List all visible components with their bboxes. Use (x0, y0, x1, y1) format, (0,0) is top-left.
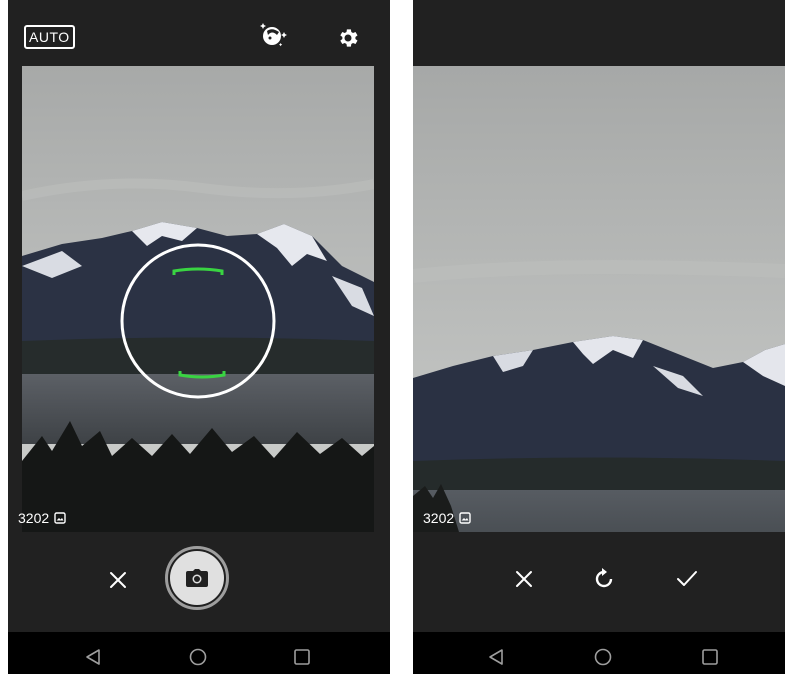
check-icon[interactable] (676, 569, 698, 589)
face-beauty-icon[interactable] (258, 20, 288, 50)
camera-viewfinder[interactable] (22, 66, 374, 532)
camera-bottom-bar (8, 532, 390, 632)
back-icon[interactable] (487, 648, 505, 666)
gallery-icon (459, 512, 471, 524)
review-photo-counter-value: 3202 (423, 510, 455, 526)
gear-icon[interactable] (336, 26, 360, 50)
photo-counter[interactable]: 3202 (18, 510, 66, 526)
camera-screen: AUTO 3202 (8, 0, 390, 674)
recents-icon[interactable] (294, 649, 310, 665)
retake-icon[interactable] (592, 567, 616, 591)
system-nav-bar (413, 632, 785, 674)
discard-close-icon[interactable] (514, 569, 534, 589)
recents-icon[interactable] (702, 649, 718, 665)
camera-top-bar: AUTO (8, 0, 390, 64)
viewfinder-scene (22, 66, 374, 532)
captured-photo-scene (413, 66, 785, 532)
home-icon[interactable] (189, 648, 207, 666)
close-icon[interactable] (108, 570, 128, 590)
review-top-bar (413, 0, 785, 64)
camera-icon (186, 569, 208, 587)
flash-auto-button[interactable]: AUTO (24, 25, 75, 49)
system-nav-bar (8, 632, 390, 674)
review-photo-counter[interactable]: 3202 (423, 510, 471, 526)
captured-photo (413, 66, 785, 532)
shutter-button[interactable] (165, 546, 229, 610)
back-icon[interactable] (84, 648, 102, 666)
photo-counter-value: 3202 (18, 510, 50, 526)
review-bottom-bar (413, 532, 785, 632)
gallery-icon (54, 512, 66, 524)
review-screen: 3202 (413, 0, 785, 674)
home-icon[interactable] (594, 648, 612, 666)
